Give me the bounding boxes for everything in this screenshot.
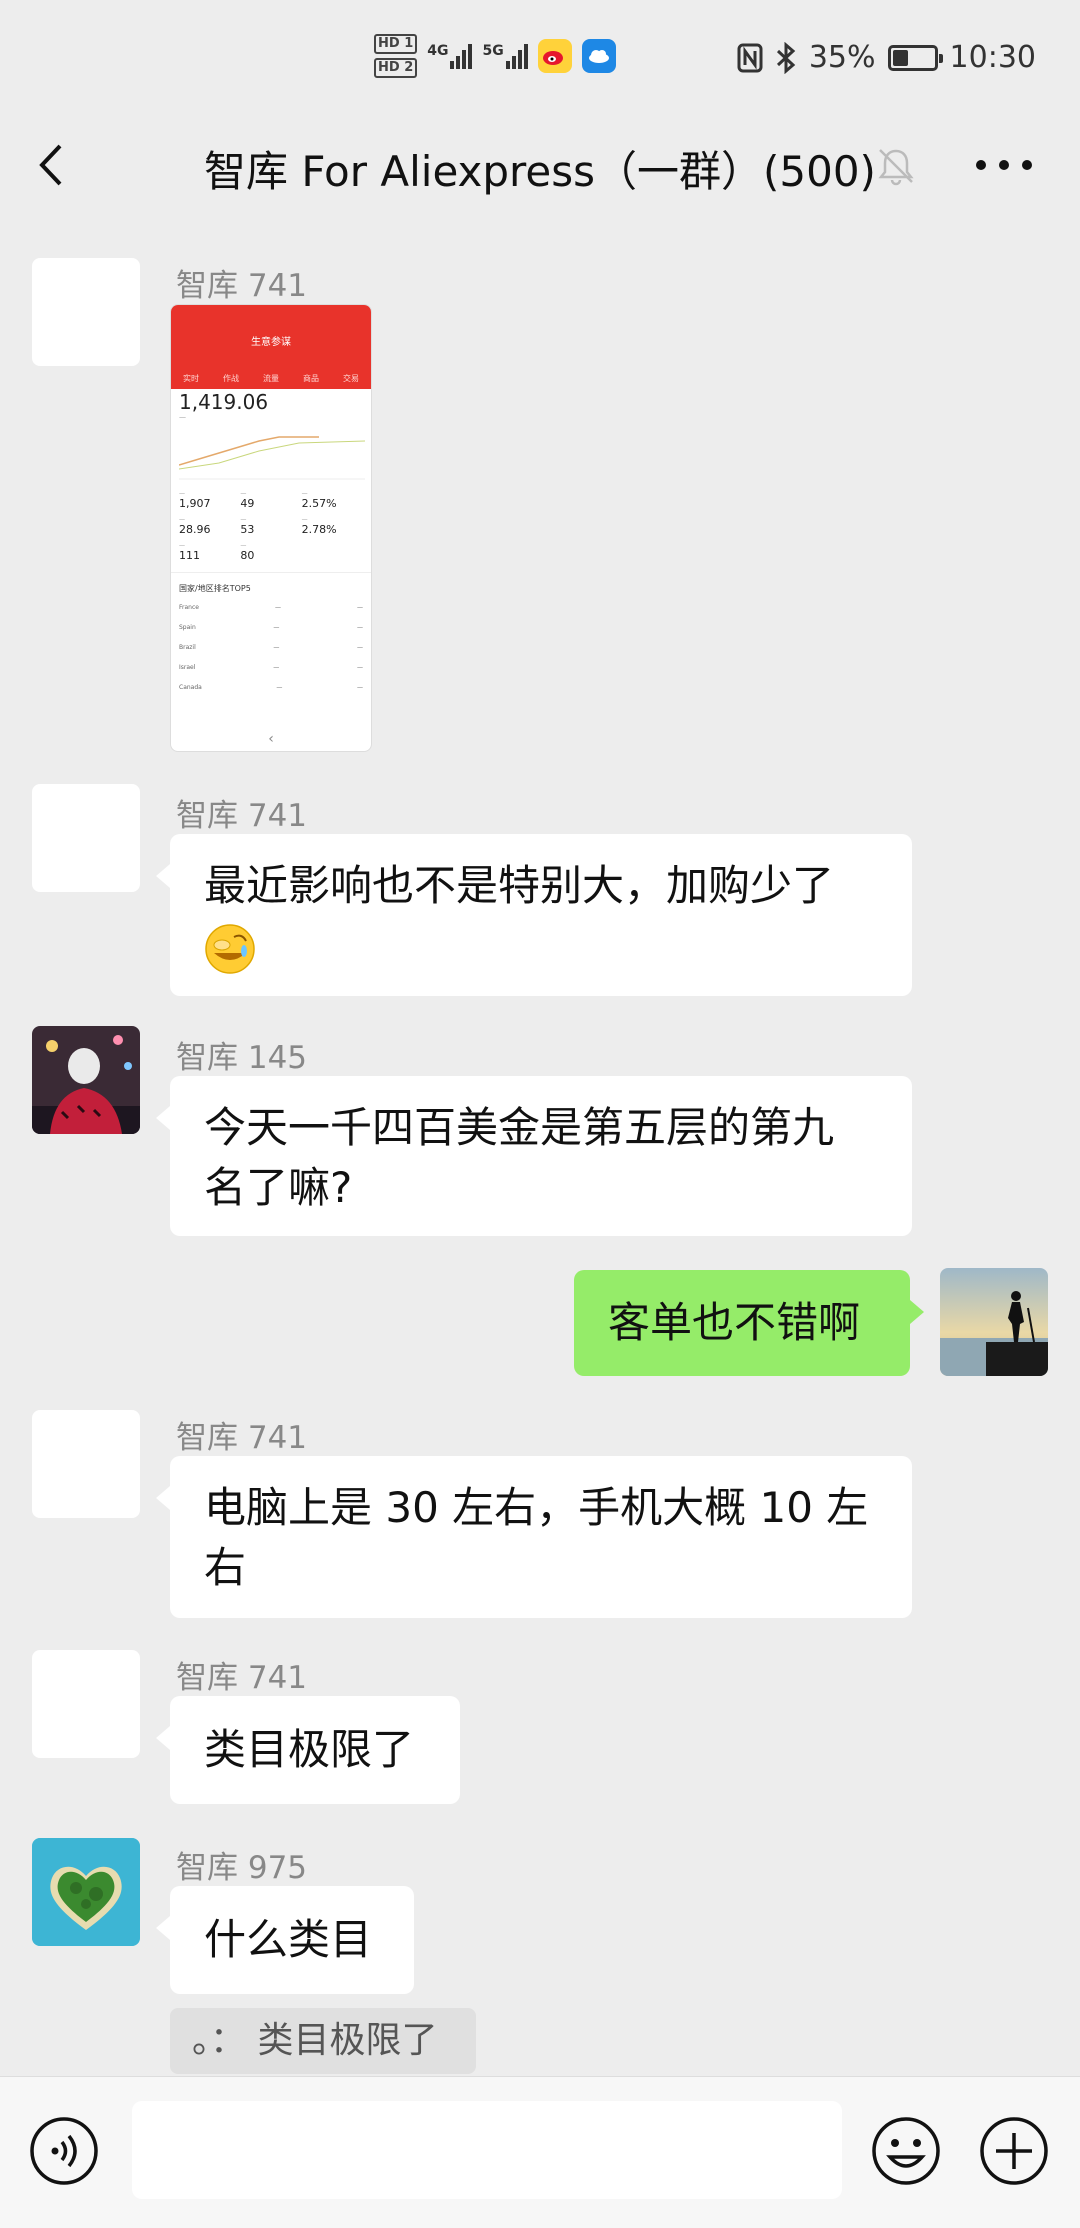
more-dots-icon[interactable] (976, 150, 1032, 180)
thumb-big-value: 1,419.06 (179, 390, 269, 414)
sender-name: 智库 741 (176, 798, 308, 834)
message-bubble[interactable]: 最近影响也不是特别大，加购少了 (156, 834, 912, 996)
sender-name: 智库 741 (176, 268, 308, 304)
message-text-line: 今天一千四百美金是第五层的第九 (204, 1103, 835, 1152)
message-text-line: 名了嘛? (204, 1163, 353, 1212)
signal-4g-icon: 4G (427, 43, 473, 69)
avatar[interactable] (32, 1410, 140, 1518)
message-text: 客单也不错啊 (608, 1298, 861, 1347)
title-bar: 智库 For Aliexpress（一群）(500) (0, 110, 1080, 222)
message-text: 类目极限了 (204, 1725, 415, 1774)
signal-5g-icon: 5G (482, 43, 528, 69)
message-input[interactable] (132, 2101, 842, 2199)
message-text: 什么类目 (204, 1915, 373, 1964)
status-icons-right: 35% 10:30 (737, 40, 1036, 75)
thumb-metrics: —1,907 —49 —2.57% —28.96 —53 —2.78% —111… (179, 490, 337, 562)
clock: 10:30 (949, 40, 1036, 75)
input-bar (0, 2076, 1080, 2228)
status-bar: HD 1 HD 2 4G 5G 35% 10:30 (0, 0, 1080, 110)
avatar[interactable] (32, 784, 140, 892)
thumb-line-chart (178, 436, 366, 480)
self-message-bubble[interactable]: 客单也不错啊 (574, 1270, 924, 1376)
avatar[interactable] (32, 1650, 140, 1758)
message-bubble[interactable]: 什么类目 (156, 1886, 414, 1994)
plus-icon[interactable] (978, 2115, 1050, 2187)
emoji-icon[interactable] (870, 2115, 942, 2187)
chat-title: 智库 For Aliexpress（一群）(500) (204, 147, 876, 196)
hd2-badge: HD 2 (374, 58, 418, 78)
message-text: 最近影响也不是特别大，加购少了 (204, 861, 835, 910)
facepalm-emoji-icon (205, 923, 255, 974)
voice-icon[interactable] (28, 2115, 100, 2187)
message-text-line: 右 (204, 1543, 247, 1592)
screenshot-image[interactable]: 生意参谋 实时 作战 流量 商品 交易 1,419.06 — —1,907 —49 —2… (170, 304, 372, 752)
self-avatar[interactable] (940, 1268, 1048, 1376)
bell-off-icon (878, 149, 914, 186)
bluetooth-icon (776, 41, 796, 74)
status-icons-center: HD 1 HD 2 4G 5G (374, 34, 616, 78)
nfc-icon (737, 43, 763, 72)
thumb-back-icon: ‹ (268, 731, 274, 747)
sender-name: 智库 975 (176, 1850, 308, 1886)
weibo-icon (537, 39, 572, 73)
message-bubble[interactable]: 今天一千四百美金是第五层的第九 名了嘛? (156, 1076, 912, 1236)
message-bubble[interactable]: 电脑上是 30 左右，手机大概 10 左 右 (156, 1456, 912, 1618)
hd1-badge: HD 1 (374, 34, 418, 54)
sender-name: 智库 145 (176, 1040, 308, 1076)
thumb-section-title: 国家/地区排名TOP5 (171, 572, 371, 598)
battery-icon (887, 44, 943, 71)
message-text-line: 电脑上是 30 左右，手机大概 10 左 (204, 1483, 869, 1532)
sender-name: 智库 741 (176, 1420, 308, 1456)
hd-indicators: HD 1 HD 2 (374, 34, 418, 78)
weather-icon (581, 39, 616, 73)
battery-percent: 35% (808, 40, 876, 75)
avatar[interactable] (32, 1838, 140, 1946)
sender-name: 智库 741 (176, 1660, 308, 1696)
avatar[interactable] (32, 1026, 140, 1134)
avatar[interactable] (32, 258, 140, 366)
quoted-message[interactable]: 。： 类目极限了 (170, 2008, 476, 2074)
message-bubble[interactable]: 类目极限了 (156, 1696, 460, 1804)
